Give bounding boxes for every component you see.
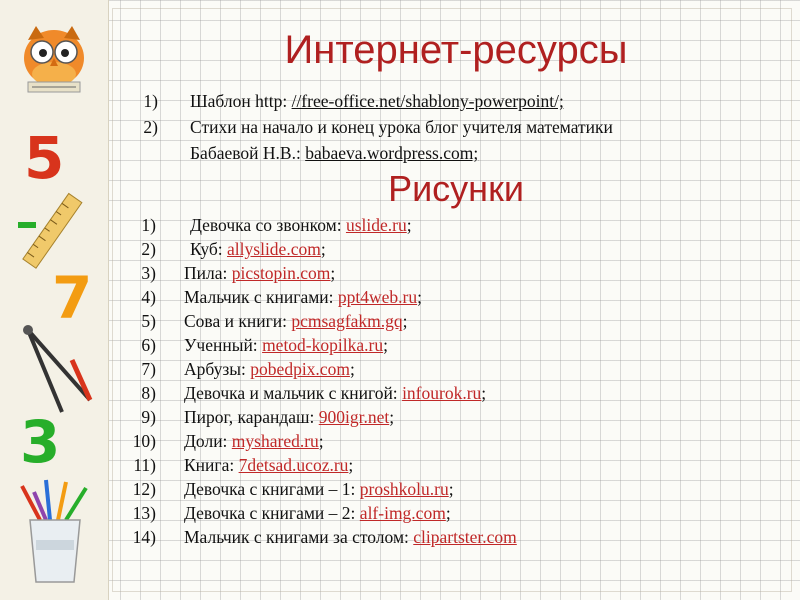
- list-item: 8) Девочка и мальчик с книгой: infourok.r…: [118, 382, 788, 406]
- item-number: 5): [141, 311, 156, 331]
- ruler-icon: [22, 192, 83, 269]
- item-text: Девочка с книгами – 1:: [184, 479, 360, 499]
- item-text: Девочка и мальчик с книгой:: [184, 383, 403, 403]
- item-text: Девочка со звонком:: [190, 215, 346, 235]
- item-text: Мальчик с книгами:: [184, 287, 338, 307]
- item-number: 8): [141, 383, 156, 403]
- list-item: 2) Стихи на начало и конец урока блог уч…: [130, 114, 790, 166]
- blog-link[interactable]: babaeva.wordpress.com;: [305, 143, 478, 163]
- list-item: 9) Пирог, карандаш: 900igr.net;: [118, 406, 788, 430]
- list-item: 7) Арбузы: pobedpix.com;: [118, 358, 788, 382]
- list-item: 12) Девочка с книгами – 1: proshkolu.ru;: [118, 478, 788, 502]
- source-link[interactable]: 900igr.net: [319, 407, 389, 427]
- item-text: Стихи на начало и конец урока блог учите…: [190, 117, 613, 137]
- list-item: 14) Мальчик с книгами за столом: cliparts…: [118, 526, 788, 550]
- source-link[interactable]: metod-kopilka.ru: [262, 335, 383, 355]
- item-number: 1): [141, 215, 156, 235]
- item-text-continued: Бабаевой Н.В.:: [190, 143, 306, 163]
- source-link[interactable]: pobedpix.com: [250, 359, 350, 379]
- item-text: Доли:: [184, 431, 232, 451]
- source-link[interactable]: allyslide.com: [227, 239, 321, 259]
- item-number: 14): [132, 527, 156, 547]
- item-text: Пирог, карандаш:: [184, 407, 319, 427]
- source-link[interactable]: proshkolu.ru: [360, 479, 449, 499]
- template-link[interactable]: //free-office.net/shablony-powerpoint/;: [292, 91, 564, 111]
- list-item: 10) Доли: myshared.ru;: [118, 430, 788, 454]
- item-number: 1): [143, 91, 158, 111]
- list-item: 4) Мальчик с книгами: ppt4web.ru;: [118, 286, 788, 310]
- list-item: 1) Девочка со звонком: uslide.ru;: [118, 214, 788, 238]
- list-item: 2) Куб: allyslide.com;: [118, 238, 788, 262]
- item-text: Сова и книги:: [184, 311, 292, 331]
- source-link[interactable]: alf-img.com: [360, 503, 446, 523]
- item-number: 11): [133, 455, 156, 475]
- item-number: 2): [141, 239, 156, 259]
- item-number: 2): [143, 117, 158, 137]
- pencil-cup-icon: [20, 479, 88, 583]
- compass-icon: [23, 325, 93, 413]
- pictures-list: 1) Девочка со звонком: uslide.ru; 2) Куб: …: [118, 214, 788, 550]
- item-text: Куб:: [190, 239, 228, 259]
- item-number: 9): [141, 407, 156, 427]
- source-link[interactable]: infourok.ru: [402, 383, 481, 403]
- owl-icon: [24, 26, 84, 93]
- item-text: Ученный:: [184, 335, 263, 355]
- list-item: 13) Девочка с книгами – 2: alf-img.com;: [118, 502, 788, 526]
- item-number: 10): [132, 431, 156, 451]
- source-link[interactable]: uslide.ru: [346, 215, 407, 235]
- list-item: 1) Шаблон http: //free-office.net/shablo…: [130, 88, 790, 114]
- pictures-title: Рисунки: [388, 168, 524, 209]
- item-text: Мальчик с книгами за столом:: [184, 527, 414, 547]
- source-link[interactable]: 7detsad.ucoz.ru: [239, 455, 349, 475]
- item-number: 4): [141, 287, 156, 307]
- source-link[interactable]: clipartster.com: [413, 527, 517, 547]
- list-item: 5) Сова и книги: pcmsagfakm.gq;: [118, 310, 788, 334]
- source-link[interactable]: ppt4web.ru: [338, 287, 417, 307]
- item-number: 12): [132, 479, 156, 499]
- item-text: Шаблон http:: [190, 91, 292, 111]
- page-title: Интернет-ресурсы: [284, 28, 628, 72]
- list-item: 3) Пила: picstopin.com;: [118, 262, 788, 286]
- source-link[interactable]: myshared.ru: [232, 431, 319, 451]
- digit-seven-icon: 7: [52, 264, 92, 332]
- item-text: Книга:: [184, 455, 239, 475]
- item-number: 3): [141, 263, 156, 283]
- item-number: 13): [132, 503, 156, 523]
- resources-list: 1) Шаблон http: //free-office.net/shablo…: [130, 88, 790, 166]
- sidebar-decoration: 5 7 3: [0, 0, 109, 600]
- item-number: 7): [141, 359, 156, 379]
- sidebar-art: 5 7 3: [18, 26, 93, 583]
- item-text: Арбузы:: [184, 359, 251, 379]
- item-text: Девочка с книгами – 2:: [184, 503, 360, 523]
- list-item: 6) Ученный: metod-kopilka.ru;: [118, 334, 788, 358]
- source-link[interactable]: pcmsagfakm.gq: [291, 311, 402, 331]
- source-link[interactable]: picstopin.com: [232, 263, 331, 283]
- digit-five-icon: 5: [24, 124, 64, 192]
- item-number: 6): [141, 335, 156, 355]
- item-text: Пила:: [184, 263, 232, 283]
- list-item: 11) Книга: 7detsad.ucoz.ru;: [118, 454, 788, 478]
- minus-sign-icon: [18, 222, 36, 228]
- digit-three-icon: 3: [20, 408, 60, 476]
